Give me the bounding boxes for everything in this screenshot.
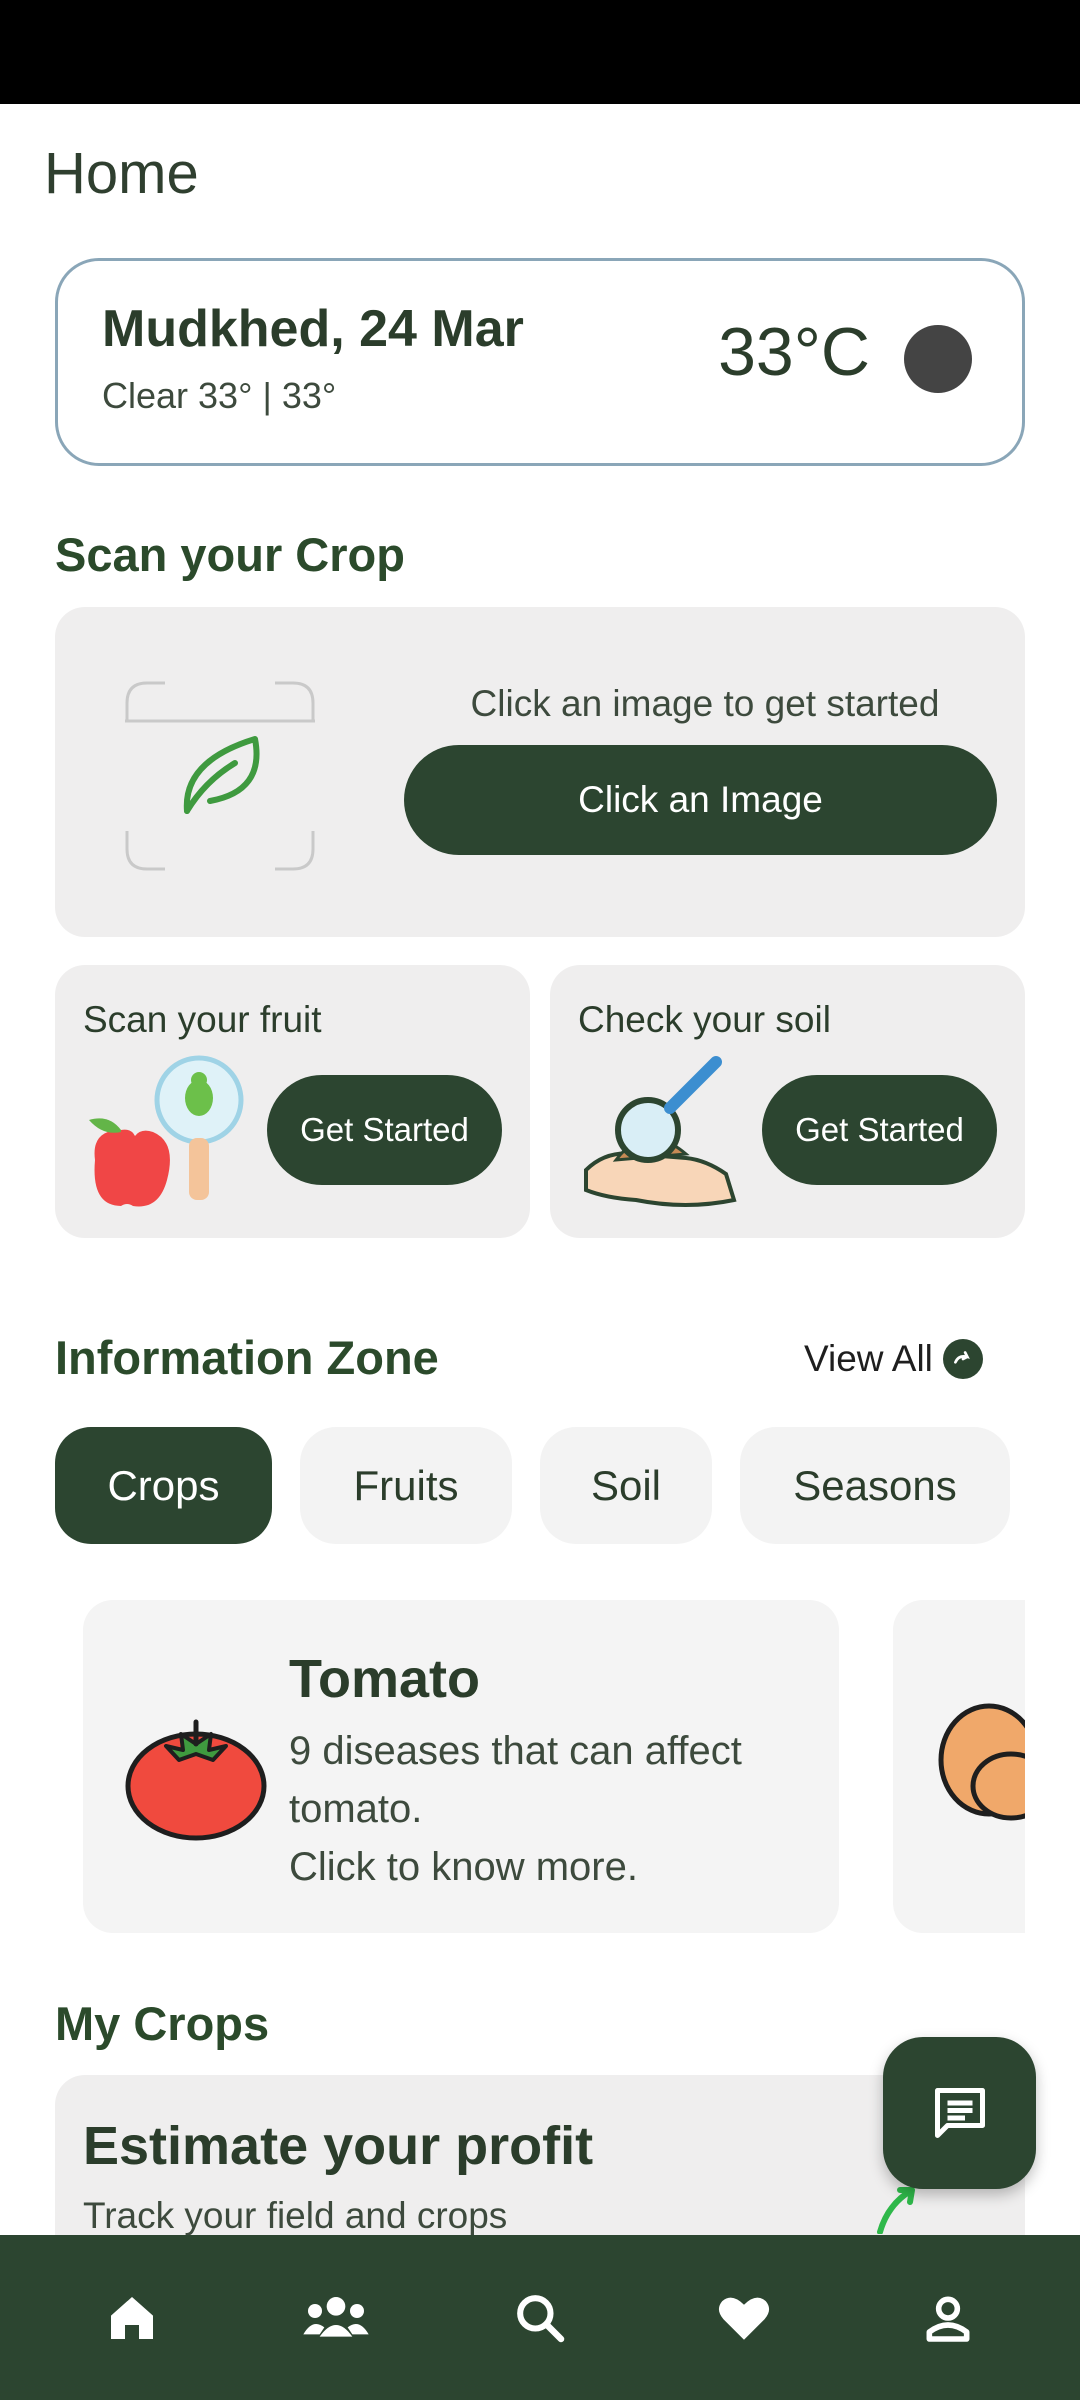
nav-profile[interactable] bbox=[888, 2258, 1008, 2378]
weather-card[interactable]: Mudkhed, 24 Mar Clear 33° | 33° 33°C bbox=[55, 258, 1025, 466]
nav-search[interactable] bbox=[480, 2258, 600, 2378]
nav-community[interactable] bbox=[276, 2258, 396, 2378]
weather-temperature: 33°C bbox=[718, 314, 870, 390]
profit-card-title: Estimate your profit bbox=[83, 2116, 594, 2176]
fruit-scan-illustration bbox=[89, 1055, 244, 1207]
check-soil-get-started-button[interactable]: Get Started bbox=[762, 1075, 997, 1185]
info-card-line-1: 9 diseases that can affect bbox=[289, 1729, 742, 1773]
scan-leaf-icon bbox=[125, 681, 315, 871]
status-bar bbox=[0, 0, 1080, 104]
nav-home[interactable] bbox=[72, 2258, 192, 2378]
scan-fruit-card: Scan your fruit Get Started bbox=[55, 965, 530, 1238]
view-all-label: View All bbox=[804, 1338, 933, 1379]
info-card-title: Tomato bbox=[289, 1649, 480, 1709]
info-card-tomato[interactable]: Tomato 9 diseases that can affect tomato… bbox=[83, 1600, 839, 1933]
weather-condition: Clear 33° | 33° bbox=[102, 375, 337, 416]
info-card-description: 9 diseases that can affect tomato. Click… bbox=[289, 1722, 809, 1896]
profit-card-subtitle: Track your field and crops bbox=[83, 2195, 508, 2236]
tomato-icon bbox=[125, 1719, 267, 1841]
refresh-arrow-icon bbox=[942, 1339, 983, 1379]
home-icon bbox=[111, 2296, 153, 2339]
info-card-potato[interactable] bbox=[893, 1600, 1025, 1933]
weather-icon bbox=[904, 325, 972, 393]
weather-location: Mudkhed, 24 Mar bbox=[102, 300, 524, 358]
chat-button[interactable] bbox=[883, 2037, 1036, 2189]
page-title: Home bbox=[44, 141, 199, 206]
info-zone-title: Information Zone bbox=[55, 1331, 439, 1384]
scan-section-title: Scan your Crop bbox=[55, 528, 405, 581]
info-card-line-3: Click to know more. bbox=[289, 1845, 638, 1889]
bottom-navigation bbox=[0, 2235, 1080, 2400]
view-all-link[interactable]: View All bbox=[804, 1338, 983, 1380]
community-icon bbox=[303, 2296, 369, 2337]
click-image-button[interactable]: Click an Image bbox=[404, 745, 997, 855]
check-soil-title: Check your soil bbox=[578, 999, 831, 1040]
tab-seasons[interactable]: Seasons bbox=[740, 1427, 1010, 1544]
my-crops-title: My Crops bbox=[55, 1997, 270, 2050]
scan-hint-text: Click an image to get started bbox=[470, 683, 940, 724]
scan-fruit-get-started-button[interactable]: Get Started bbox=[267, 1075, 502, 1185]
nav-favorites[interactable] bbox=[684, 2258, 804, 2378]
chat-icon bbox=[934, 2088, 985, 2138]
profile-icon bbox=[926, 2296, 970, 2342]
tab-fruits[interactable]: Fruits bbox=[300, 1427, 512, 1544]
search-icon bbox=[517, 2294, 565, 2342]
arrow-up-icon bbox=[877, 2187, 915, 2234]
scan-crop-card: Click an image to get started Click an I… bbox=[55, 607, 1025, 937]
tab-crops[interactable]: Crops bbox=[55, 1427, 272, 1544]
soil-check-illustration bbox=[584, 1056, 737, 1207]
heart-icon bbox=[718, 2297, 770, 2340]
scan-fruit-title: Scan your fruit bbox=[83, 999, 322, 1040]
check-soil-card: Check your soil Get Started bbox=[550, 965, 1025, 1238]
tab-soil[interactable]: Soil bbox=[540, 1427, 712, 1544]
info-card-line-2: tomato. bbox=[289, 1787, 423, 1831]
potato-icon bbox=[938, 1703, 1025, 1821]
